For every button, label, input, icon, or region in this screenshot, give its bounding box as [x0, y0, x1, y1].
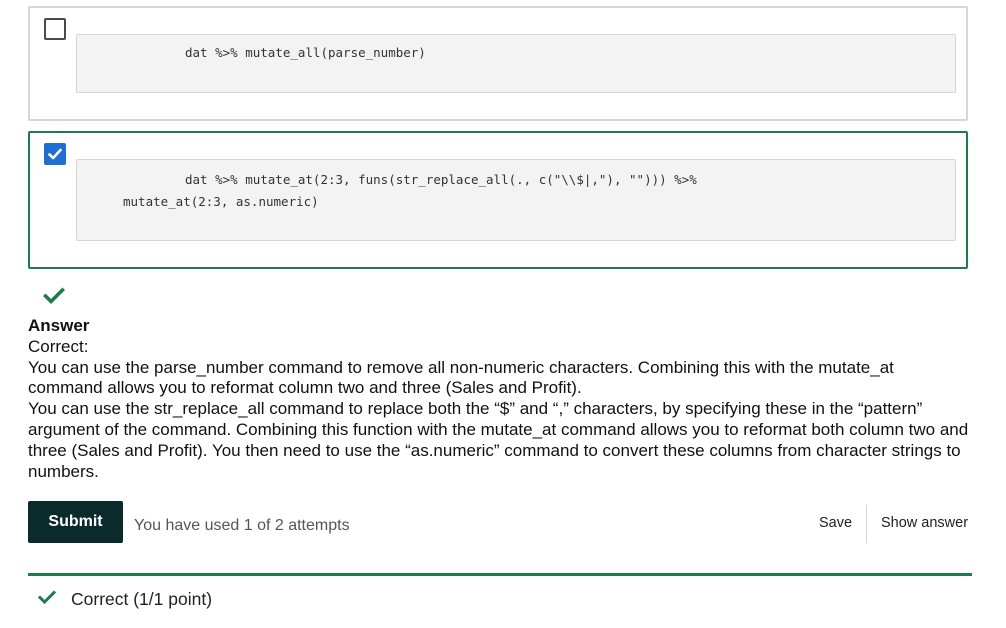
show-answer-button[interactable]: Show answer: [881, 515, 968, 531]
option-2-checkbox[interactable]: [44, 143, 66, 165]
option-1-code-block: dat %>% mutate_all(parse_number): [76, 34, 956, 93]
action-separator: [866, 505, 867, 543]
option-2-code-block: dat %>% mutate_at(2:3, funs(str_replace_…: [76, 159, 956, 241]
status-check-icon: [37, 590, 57, 610]
option-1-checkbox[interactable]: [44, 18, 66, 40]
answer-option-1[interactable]: dat %>% mutate_all(parse_number): [28, 6, 968, 121]
save-button[interactable]: Save: [819, 515, 852, 531]
answer-paragraph-2: You can use the str_replace_all command …: [28, 399, 969, 481]
option-2-code-line-2: mutate_at(2:3, as.numeric): [123, 194, 319, 209]
answer-explanation: Answer Correct: You can use the parse_nu…: [28, 316, 973, 482]
option-1-code-line-1: dat %>% mutate_all(parse_number): [185, 45, 426, 60]
answer-paragraph-1: You can use the parse_number command to …: [28, 357, 894, 398]
answer-title: Answer: [28, 316, 90, 335]
answer-verdict: Correct:: [28, 336, 89, 356]
checkbox-checked-icon: [48, 148, 62, 160]
status-divider: [28, 573, 972, 576]
status-text: Correct (1/1 point): [71, 589, 213, 609]
attempts-text: You have used 1 of 2 attempts: [134, 517, 350, 534]
answer-option-2[interactable]: dat %>% mutate_at(2:3, funs(str_replace_…: [28, 131, 968, 269]
checkmark-icon: [42, 287, 66, 310]
option-2-code-line-1: dat %>% mutate_at(2:3, funs(str_replace_…: [185, 172, 697, 187]
submit-button[interactable]: Submit: [28, 501, 123, 543]
